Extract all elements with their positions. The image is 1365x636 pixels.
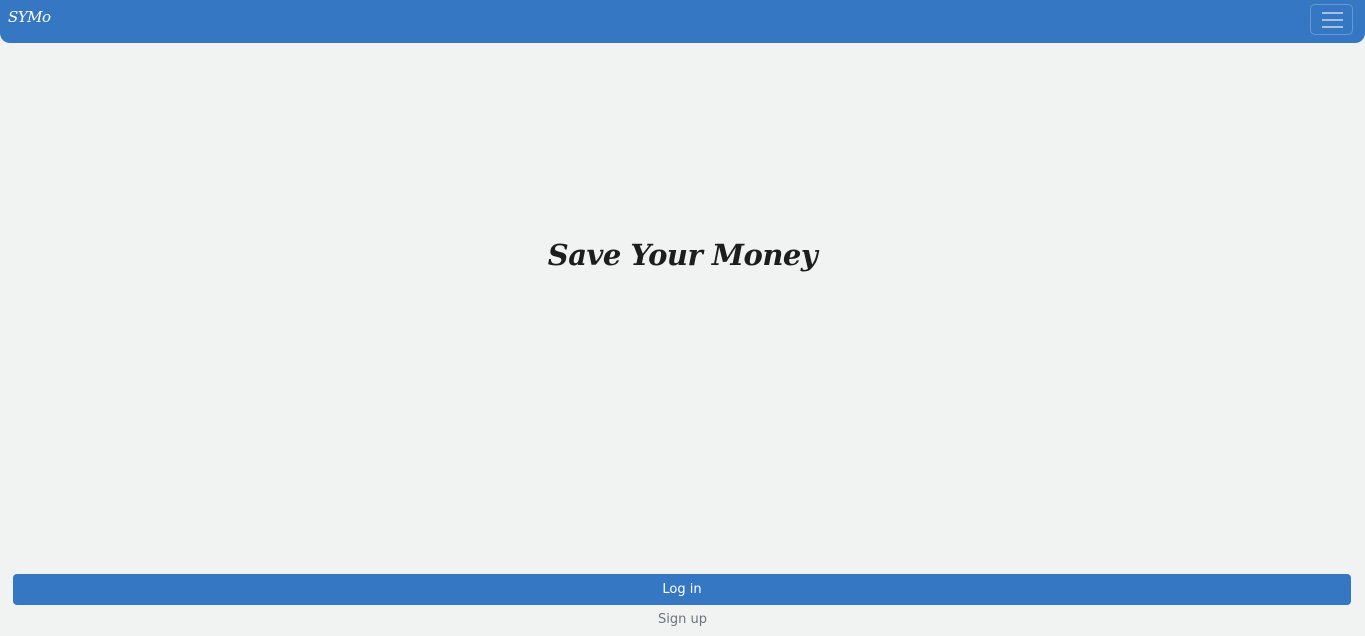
- signup-link[interactable]: Sign up: [0, 612, 1365, 627]
- login-button[interactable]: Log in: [13, 574, 1351, 605]
- top-navbar: SYMo: [0, 0, 1365, 43]
- navbar-toggler-button[interactable]: [1310, 4, 1353, 35]
- brand-logo[interactable]: SYMo: [8, 8, 51, 26]
- hamburger-menu-icon: [1322, 12, 1343, 28]
- hero-title: Save Your Money: [547, 238, 818, 272]
